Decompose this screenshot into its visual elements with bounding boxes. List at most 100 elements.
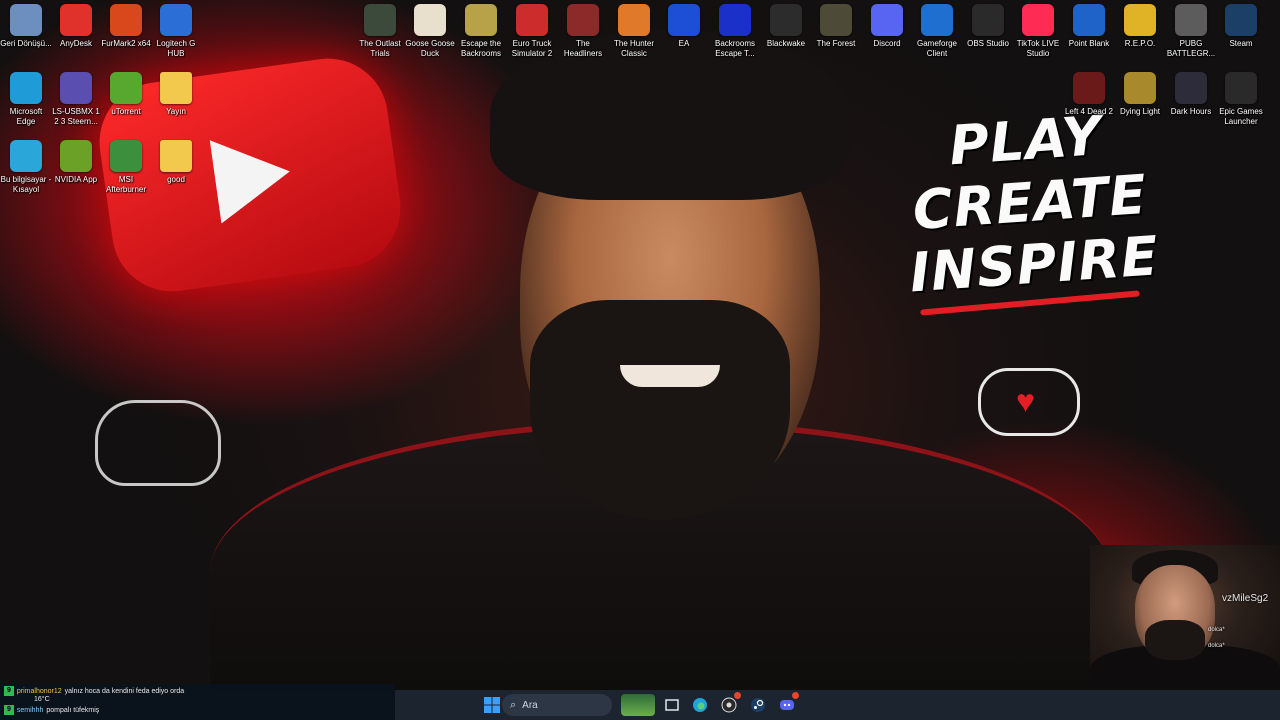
desktop-icon-blackwake[interactable]: Blackwake	[760, 4, 812, 49]
desktop-icon-dying-light[interactable]: Dying Light	[1114, 72, 1166, 117]
tiktok-live-icon	[1022, 4, 1054, 36]
taskbar-discord[interactable]	[776, 692, 799, 716]
edge-icon	[10, 72, 42, 104]
chat-overlay: 9 primalhonor12 yalnız hoca da kendini f…	[0, 684, 395, 720]
task-view-button[interactable]	[661, 694, 683, 716]
taskbar-steam[interactable]	[747, 694, 769, 716]
dying-light-icon	[1124, 72, 1156, 104]
wallpaper-slogan: PLAY CREATE INSPIRE	[894, 101, 1166, 305]
chat-message: 9 semihhh pompalı tüfekmiş	[4, 705, 99, 715]
search-placeholder: Ara	[522, 699, 538, 711]
repo-icon	[1124, 4, 1156, 36]
desktop-icon-label: Yayın	[166, 107, 186, 116]
desktop-icon-escape-backrooms[interactable]: Escape the Backrooms	[455, 4, 507, 59]
desktop-icon-label: NVIDIA App	[54, 175, 98, 184]
desktop-icon-label: LS-USBMX 1 2 3 Steern...	[52, 107, 100, 126]
desktop-icon-anydesk[interactable]: AnyDesk	[50, 4, 102, 49]
outlast-trials-icon	[364, 4, 396, 36]
webcam-person-beard	[1145, 620, 1205, 660]
desktop-icon-label: PUBG BATTLEGR...	[1166, 39, 1216, 58]
desktop-icon-label: Blackwake	[766, 39, 806, 48]
nvidia-icon	[60, 140, 92, 172]
chat-text: yalnız hoca da kendini feda ediyo orda	[64, 687, 185, 695]
task-view-icon	[665, 699, 679, 711]
webcam-overlay: vzMileSg2 dolca* dolca*	[1090, 545, 1280, 690]
desktop-icon-recycle-bin[interactable]: Geri Dönüşü...	[0, 4, 52, 49]
desktop-icon-label: uTorrent	[111, 107, 141, 116]
obs-icon	[972, 4, 1004, 36]
discord-icon	[871, 4, 903, 36]
chat-badge: 9	[4, 705, 14, 715]
webcam-username: vzMileSg2	[1222, 593, 1269, 604]
desktop-icon-label: OBS Studio	[967, 39, 1009, 48]
point-blank-icon	[1073, 4, 1105, 36]
desktop-icon-label: Euro Truck Simulator 2	[511, 39, 553, 58]
desktop-icon-label: TikTok LIVE Studio	[1016, 39, 1060, 58]
desktop-icon-discord[interactable]: Discord	[861, 4, 913, 49]
desktop-icon-repo[interactable]: R.E.P.O.	[1114, 4, 1166, 49]
desktop-icon-euro-truck[interactable]: Euro Truck Simulator 2	[506, 4, 558, 59]
chat-text: pompalı tüfekmiş	[46, 706, 100, 714]
the-forest-icon	[820, 4, 852, 36]
taskbar-edge[interactable]	[689, 694, 711, 716]
desktop-icon-point-blank[interactable]: Point Blank	[1063, 4, 1115, 49]
desktop-icon-ea[interactable]: EA	[658, 4, 710, 49]
start-button[interactable]	[481, 694, 503, 716]
desktop-icon-obs[interactable]: OBS Studio	[962, 4, 1014, 49]
taskbar-search[interactable]: ⌕ Ara	[502, 694, 612, 716]
chat-badge: 9	[4, 686, 14, 696]
utorrent-icon	[110, 72, 142, 104]
desktop-icon-this-pc[interactable]: Bu bilgisayar - Kısayol	[0, 140, 52, 195]
desktop-icon-ls-usbmx[interactable]: LS-USBMX 1 2 3 Steern...	[50, 72, 102, 127]
desktop-icon-label: Point Blank	[1068, 39, 1110, 48]
desktop-icon-gameforge[interactable]: Gameforge Client	[911, 4, 963, 59]
ls-usbmx-icon	[60, 72, 92, 104]
desktop-icon-label: Discord	[873, 39, 901, 48]
desktop-icon-epic-games[interactable]: Epic Games Launcher	[1215, 72, 1267, 127]
desktop-icon-label: Dark Hours	[1170, 107, 1212, 116]
backrooms-escape-icon	[719, 4, 751, 36]
recycle-bin-icon	[10, 4, 42, 36]
desktop-icon-label: Backrooms Escape T...	[714, 39, 755, 58]
desktop-icon-dark-hours[interactable]: Dark Hours	[1165, 72, 1217, 117]
desktop-icon-folder[interactable]: good	[150, 140, 202, 185]
desktop-icon-label: Dying Light	[1119, 107, 1161, 116]
desktop-icon-label: The Outlast Trials	[359, 39, 401, 58]
desktop-icon-nvidia[interactable]: NVIDIA App	[50, 140, 102, 185]
desktop-icon-label: Geri Dönüşü...	[0, 39, 52, 48]
desktop-icon-backrooms-escape[interactable]: Backrooms Escape T...	[709, 4, 761, 59]
desktop-icon-label: Logitech G HUB	[156, 39, 196, 58]
dark-hours-icon	[1175, 72, 1207, 104]
notification-dot	[792, 692, 799, 699]
blackwake-icon	[770, 4, 802, 36]
desktop-icon-utorrent[interactable]: uTorrent	[100, 72, 152, 117]
goose-goose-duck-icon	[414, 4, 446, 36]
left4dead2-icon	[1073, 72, 1105, 104]
desktop-icon-label: Epic Games Launcher	[1219, 107, 1263, 126]
chat-username: primalhonor12	[16, 687, 62, 695]
chat-username: semihhh	[16, 706, 44, 714]
taskbar-obs[interactable]	[718, 692, 741, 716]
msi-afterburner-icon	[110, 140, 142, 172]
widgets-button[interactable]	[621, 694, 655, 716]
desktop-icon-edge[interactable]: Microsoft Edge	[0, 72, 52, 127]
webcam-text-1: dolca*	[1208, 627, 1225, 633]
desktop-icon-msi-afterburner[interactable]: MSI Afterburner	[100, 140, 152, 195]
logitech-ghub-icon	[160, 4, 192, 36]
desktop-icon-goose-goose-duck[interactable]: Goose Goose Duck	[404, 4, 456, 59]
desktop-icon-furmark[interactable]: FurMark2 x64	[100, 4, 152, 49]
desktop-icon-pubg[interactable]: PUBG BATTLEGR...	[1165, 4, 1217, 59]
weather-temp: 16°C	[34, 696, 50, 703]
desktop-icon-tiktok-live[interactable]: TikTok LIVE Studio	[1012, 4, 1064, 59]
desktop-icon-headliners[interactable]: The Headliners	[557, 4, 609, 59]
desktop-icon-label: EA	[678, 39, 690, 48]
desktop-icon-folder[interactable]: Yayın	[150, 72, 202, 117]
gameforge-icon	[921, 4, 953, 36]
weather-readout: 16°C	[34, 696, 50, 703]
desktop-icon-steam[interactable]: Steam	[1215, 4, 1267, 49]
desktop-icon-outlast-trials[interactable]: The Outlast Trials	[354, 4, 406, 59]
desktop-icon-the-forest[interactable]: The Forest	[810, 4, 862, 49]
desktop-icon-thehunter[interactable]: The Hunter Classic	[608, 4, 660, 59]
desktop-icon-logitech-ghub[interactable]: Logitech G HUB	[150, 4, 202, 59]
desktop-icon-left4dead2[interactable]: Left 4 Dead 2	[1063, 72, 1115, 117]
